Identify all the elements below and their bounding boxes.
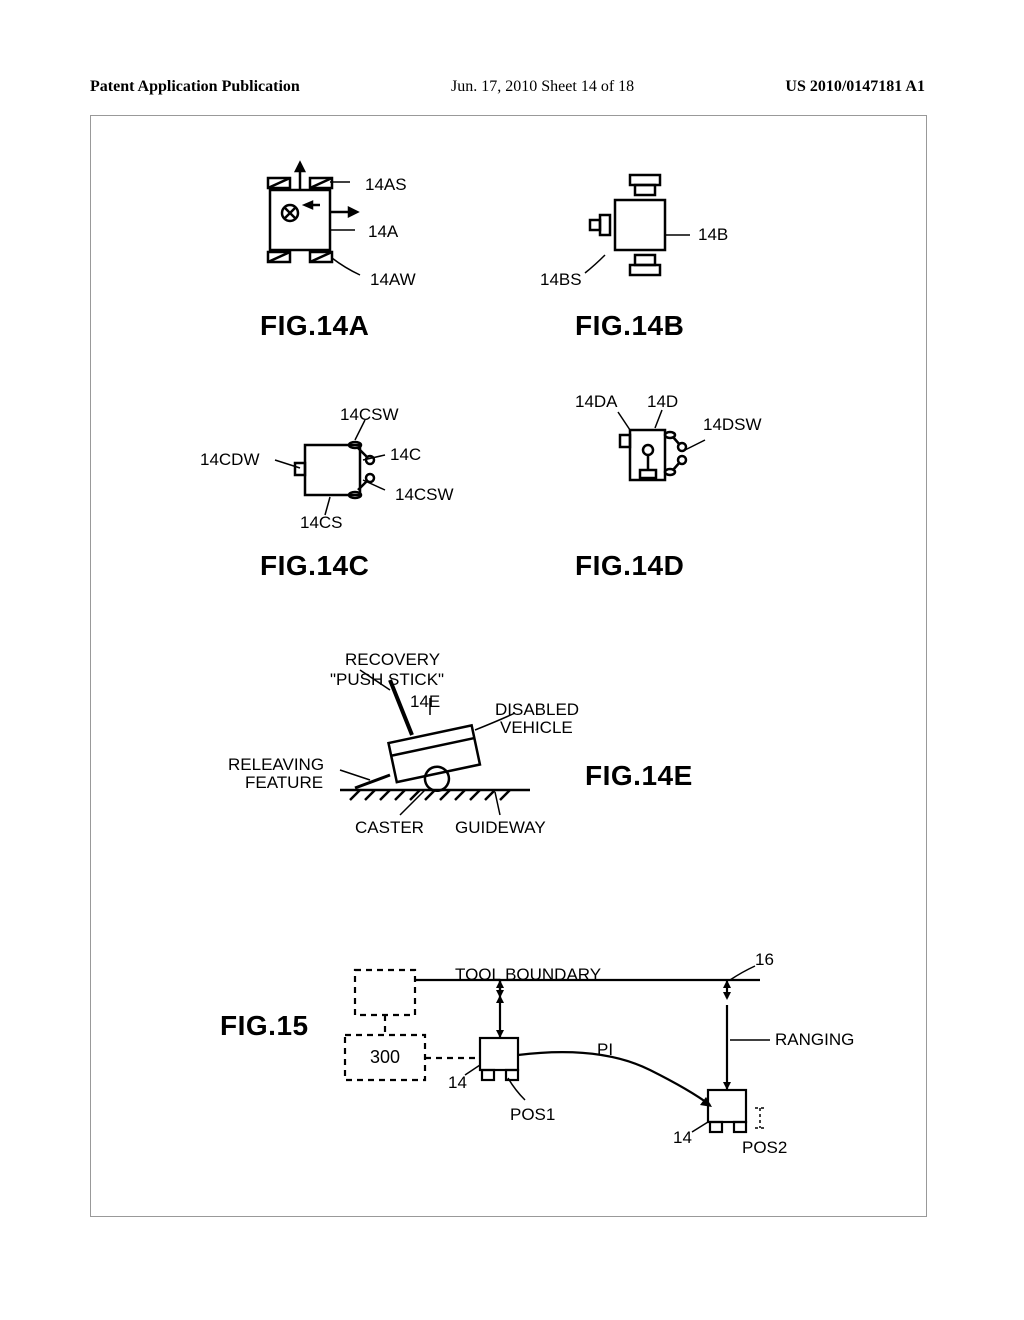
label-14as: 14AS — [365, 175, 407, 195]
label-caster: CASTER — [355, 818, 424, 838]
page-header: Patent Application Publication Jun. 17, … — [90, 78, 925, 96]
label-feature: FEATURE — [245, 773, 323, 793]
label-14cs: 14CS — [300, 513, 343, 533]
label-14csw2: 14CSW — [395, 485, 454, 505]
label-pos2: POS2 — [742, 1138, 787, 1158]
label-14-2: 14 — [673, 1128, 692, 1148]
label-pos1: POS1 — [510, 1105, 555, 1125]
header-center: Jun. 17, 2010 Sheet 14 of 18 — [451, 78, 634, 96]
label-vehicle: VEHICLE — [500, 718, 573, 738]
fig-14c-title: FIG.14C — [260, 550, 369, 582]
label-guideway: GUIDEWAY — [455, 818, 546, 838]
header-left: Patent Application Publication — [90, 78, 300, 96]
fig-15-drawing: 300 — [330, 950, 830, 1195]
label-14c: 14C — [390, 445, 421, 465]
label-14-1: 14 — [448, 1073, 467, 1093]
label-14da: 14DA — [575, 392, 618, 412]
label-disabled: DISABLED — [495, 700, 579, 720]
fig-14e-title: FIG.14E — [585, 760, 693, 792]
label-14e: 14E — [410, 692, 440, 712]
header-right: US 2010/0147181 A1 — [785, 78, 925, 96]
label-releaving: RELEAVING — [228, 755, 324, 775]
label-14cdw: 14CDW — [200, 450, 260, 470]
label-ranging: RANGING — [775, 1030, 854, 1050]
fig-14a-title: FIG.14A — [260, 310, 369, 342]
label-tool: TOOL BOUNDARY — [455, 965, 601, 985]
label-14aw: 14AW — [370, 270, 416, 290]
label-14b: 14B — [698, 225, 728, 245]
label-14d: 14D — [647, 392, 678, 412]
label-14csw1: 14CSW — [340, 405, 399, 425]
label-recovery: RECOVERY — [345, 650, 440, 670]
label-pi: PI — [597, 1040, 613, 1060]
label-16: 16 — [755, 950, 774, 970]
fig-14b-title: FIG.14B — [575, 310, 684, 342]
label-14a: 14A — [368, 222, 398, 242]
label-14bs: 14BS — [540, 270, 582, 290]
fig-14d-title: FIG.14D — [575, 550, 684, 582]
fig-15-title: FIG.15 — [220, 1010, 309, 1042]
label-pushstick: "PUSH STICK" — [330, 670, 444, 690]
label-300-text: 300 — [370, 1047, 400, 1067]
label-14dsw: 14DSW — [703, 415, 762, 435]
